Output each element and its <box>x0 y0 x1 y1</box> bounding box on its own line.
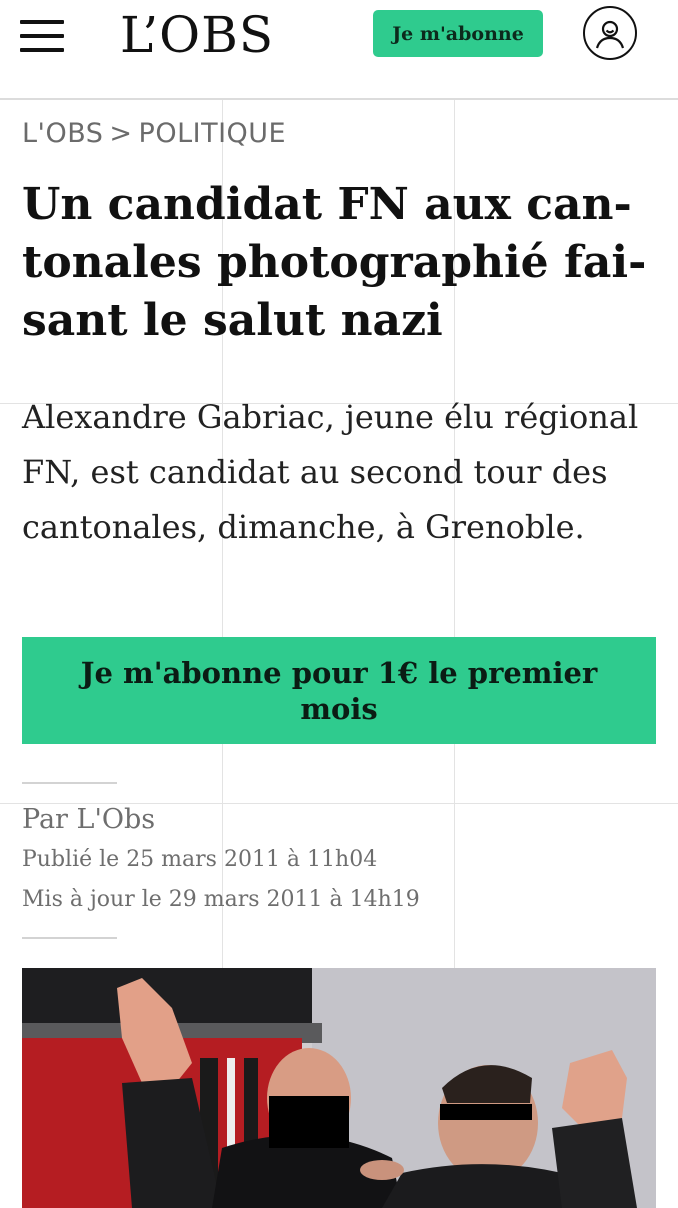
site-logo[interactable]: L’OBS <box>120 6 274 64</box>
article-meta: Par L'Obs Publié le 25 mars 2011 à 11h04… <box>22 800 420 920</box>
breadcrumb-separator: > <box>109 118 133 149</box>
user-account-icon[interactable] <box>583 6 637 60</box>
article-photo-image <box>22 968 656 1208</box>
breadcrumb-home-link[interactable]: L'OBS <box>22 118 103 149</box>
hamburger-menu-icon[interactable] <box>20 20 64 52</box>
divider <box>22 937 117 939</box>
author-link[interactable]: Par L'Obs <box>22 804 155 835</box>
breadcrumb: L'OBS > POLITIQUE <box>22 118 286 149</box>
subscribe-button[interactable]: Je m'abonne <box>373 10 543 57</box>
article-title: Un candidat FN aux can­tonales photograp… <box>22 179 647 346</box>
updated-date: Mis à jour le 29 mars 2011 à 14h19 <box>22 887 420 912</box>
divider <box>22 782 117 784</box>
article-photo <box>22 968 656 1208</box>
subscribe-offer-button[interactable]: Je m'abonne pour 1€ le premier mois <box>22 637 656 744</box>
published-date: Publié le 25 mars 2011 à 11h04 <box>22 847 378 872</box>
article-author: Par L'Obs <box>22 800 420 840</box>
site-header: L’OBS Je m'abonne <box>0 0 678 100</box>
article-lead: Alexandre Gabriac, jeune élu régio­nal F… <box>22 398 639 546</box>
breadcrumb-section-link[interactable]: POLITIQUE <box>139 118 287 149</box>
